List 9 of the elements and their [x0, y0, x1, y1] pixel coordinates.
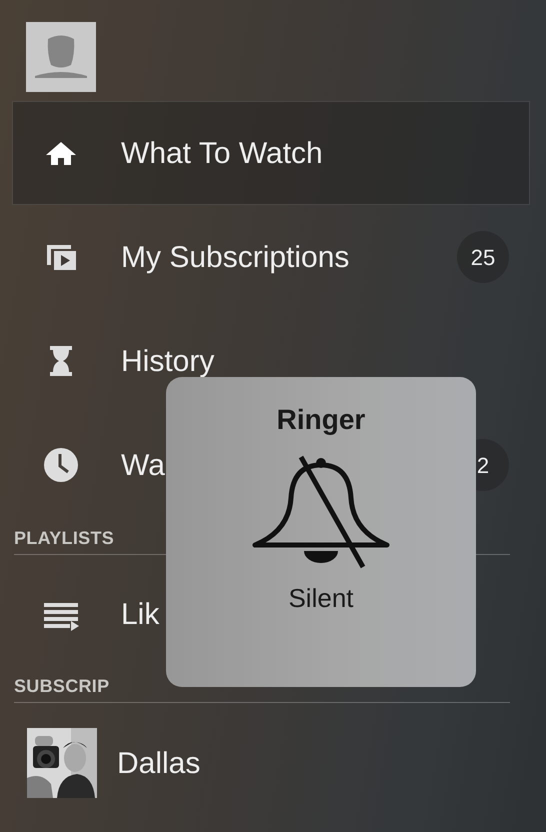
ringer-status: Silent	[288, 582, 354, 615]
panel-title: Ringer	[276, 403, 366, 437]
menu-label: History	[121, 344, 214, 380]
menu-label: What To Watch	[121, 136, 323, 172]
menu-label: My Subscriptions	[121, 240, 350, 276]
count-badge: 25	[457, 231, 509, 283]
playlist-label: Lik	[121, 596, 160, 632]
menu-label: Wa	[121, 448, 165, 484]
channel-name: Dallas	[117, 746, 200, 782]
